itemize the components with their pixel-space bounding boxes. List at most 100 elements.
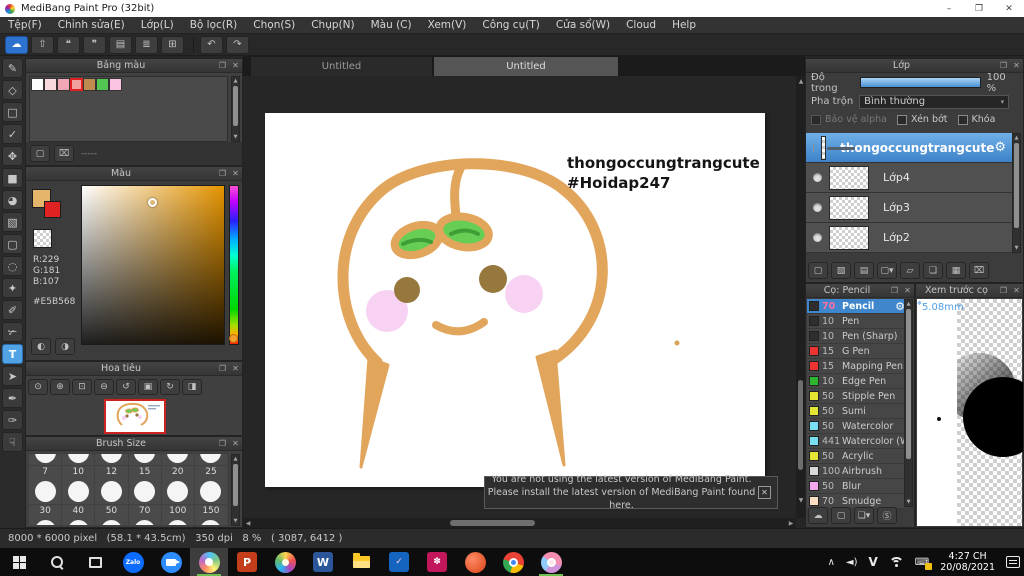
select-eraser-tool[interactable]: ✃	[2, 322, 23, 342]
brush-row[interactable]: 50 Blur ⚙	[807, 479, 907, 494]
popup-panel-icon[interactable]: ❐	[216, 169, 229, 178]
menu-item[interactable]: Tệp(F)	[0, 17, 50, 34]
popup-panel-icon[interactable]: ❐	[888, 286, 901, 295]
lock-checkbox[interactable]: Khóa	[957, 114, 1006, 125]
bucket-tool[interactable]: ◕	[2, 190, 23, 210]
close-panel-icon[interactable]: ✕	[1010, 286, 1023, 295]
rotate-left-button[interactable]: ↺	[116, 379, 136, 395]
popup-panel-icon[interactable]: ❐	[216, 61, 229, 70]
lasso-tool[interactable]: ◌	[2, 256, 23, 276]
delete-color-button[interactable]: ⌧	[54, 145, 74, 162]
comment-button[interactable]: ❝	[57, 35, 80, 54]
magic-wand-tool[interactable]: ✦	[2, 278, 23, 298]
taskbar-powerpoint[interactable]: P	[228, 548, 266, 576]
taskbar-paint-app[interactable]	[266, 548, 304, 576]
palette-add-button[interactable]: ◑	[55, 338, 75, 355]
palette-swatch[interactable]	[83, 78, 96, 91]
brush-size-cell[interactable]	[129, 518, 162, 525]
add-layer-menu-button[interactable]: ▢▾	[877, 262, 897, 279]
move-tool[interactable]: ✥	[2, 146, 23, 166]
tray-chevron-icon[interactable]: ∧	[828, 557, 835, 568]
brush-row[interactable]: 15 G Pen ⚙	[807, 344, 907, 359]
brush-size-cell[interactable]	[95, 479, 129, 505]
palette-mode-button[interactable]: ◐	[31, 338, 51, 355]
hue-cursor[interactable]	[229, 334, 238, 343]
menu-item[interactable]: Xem(V)	[420, 17, 475, 34]
navigator-thumbnail[interactable]	[104, 399, 166, 434]
eyedropper-tool[interactable]: ✒	[2, 388, 23, 408]
hand-tool[interactable]: ☟	[2, 432, 23, 452]
canvas-horizontal-scrollbar[interactable]: ◀ ▶	[243, 518, 796, 528]
taskbar-app-orange[interactable]	[456, 548, 494, 576]
list-button[interactable]: ≣	[135, 35, 158, 54]
brush-row[interactable]: 10 Edge Pen ⚙	[807, 374, 907, 389]
divide-tool[interactable]: ✑	[2, 410, 23, 430]
sv-cursor[interactable]	[148, 198, 157, 207]
layer-row[interactable]: Lớp3 ⚙	[806, 193, 1014, 223]
hue-slider[interactable]	[229, 185, 239, 345]
palette-swatch[interactable]	[31, 78, 44, 91]
palette-scrollbar[interactable]: ▲ ▼	[231, 76, 240, 142]
taskbar-chrome[interactable]	[494, 548, 532, 576]
brush-script-button[interactable]: Ⓢ	[877, 507, 897, 524]
brush-size-cell[interactable]	[29, 454, 63, 466]
brush-size-cell[interactable]	[194, 479, 228, 505]
brush-size-scrollbar[interactable]: ▲ ▼	[231, 454, 240, 526]
restore-button[interactable]: ❐	[964, 4, 994, 14]
taskbar-search-button[interactable]	[38, 548, 76, 576]
select-pen-tool[interactable]: ✐	[2, 300, 23, 320]
zoom-out-button[interactable]: ⊖	[94, 379, 114, 395]
close-button[interactable]: ✕	[994, 4, 1024, 14]
saturation-value-picker[interactable]	[81, 185, 225, 345]
cloud-button[interactable]: ☁	[5, 35, 28, 54]
close-panel-icon[interactable]: ✕	[229, 61, 242, 70]
brush-row[interactable]: 441 Watercolor (W ⚙	[807, 434, 907, 449]
brush-size-cell[interactable]	[62, 518, 96, 525]
brush-size-cell[interactable]	[128, 479, 162, 505]
brush-row[interactable]: 70 Pencil ⚙	[807, 299, 907, 314]
brush-size-cell[interactable]	[194, 454, 228, 466]
taskbar-app-blue[interactable]: ✓	[380, 548, 418, 576]
add-color-button[interactable]: ▢	[30, 145, 50, 162]
menu-item[interactable]: Chụp(N)	[303, 17, 362, 34]
brush-size-cell[interactable]	[161, 479, 195, 505]
cloud-brush-button[interactable]: ☁	[808, 507, 828, 524]
transparent-color-swatch[interactable]	[33, 229, 52, 248]
menu-item[interactable]: Màu (C)	[363, 17, 420, 34]
drawing-canvas[interactable]: thongoccungtrangcute #Hoidap247	[265, 113, 765, 487]
notification-close-button[interactable]: ✕	[758, 486, 771, 499]
palette-swatch[interactable]	[70, 78, 83, 91]
taskbar-zalo[interactable]: Zalo	[114, 548, 152, 576]
layer-visibility-toggle[interactable]	[813, 203, 822, 212]
taskbar-file-explorer[interactable]	[342, 548, 380, 576]
action-center-icon[interactable]	[1006, 556, 1020, 568]
close-panel-icon[interactable]: ✕	[901, 286, 914, 295]
palette-swatch[interactable]	[109, 78, 122, 91]
merge-layer-button[interactable]: ▦	[946, 262, 966, 279]
close-panel-icon[interactable]: ✕	[1010, 61, 1023, 70]
brush-image-button[interactable]: ❏▾	[854, 507, 874, 524]
layer-visibility-toggle[interactable]	[813, 173, 822, 182]
gradient-tool[interactable]: ▧	[2, 212, 23, 232]
brush-row[interactable]: 50 Sumi ⚙	[807, 404, 907, 419]
brush-row[interactable]: 50 Acrylic ⚙	[807, 449, 907, 464]
menu-item[interactable]: Cửa sổ(W)	[548, 17, 618, 34]
select-rect-tool[interactable]: ▢	[2, 234, 23, 254]
rotate-right-button[interactable]: ↻	[160, 379, 180, 395]
brush-size-cell[interactable]	[29, 479, 63, 505]
taskbar-chrome-2-active[interactable]	[532, 548, 570, 576]
gear-icon[interactable]: ⚙	[994, 140, 1006, 155]
brush-size-cell[interactable]	[62, 454, 96, 466]
document-tab-1[interactable]: Untitled	[250, 56, 433, 76]
message-button[interactable]: ❞	[83, 35, 106, 54]
add-1bit-layer-button[interactable]: ▤	[854, 262, 874, 279]
undo-button[interactable]: ↶	[200, 35, 223, 54]
add-layer-button[interactable]: ▢	[808, 262, 828, 279]
layer-row[interactable]: Lớp4 ⚙	[806, 163, 1014, 193]
curve-tool[interactable]: ✓	[2, 124, 23, 144]
brush-size-cell[interactable]	[29, 518, 63, 525]
task-view-button[interactable]	[76, 548, 114, 576]
grid-button[interactable]: ⊞	[161, 35, 184, 54]
menu-item[interactable]: Bộ lọc(R)	[182, 17, 246, 34]
layer-scrollbar[interactable]: ▲ ▼	[1012, 133, 1021, 253]
